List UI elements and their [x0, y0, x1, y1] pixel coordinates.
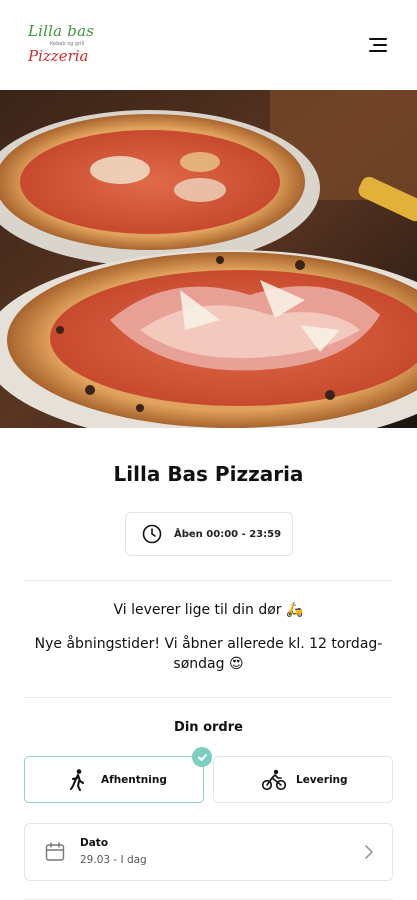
delivery-label: Levering	[296, 773, 348, 786]
hamburger-menu-icon[interactable]	[369, 38, 387, 52]
calendar-icon	[45, 842, 65, 861]
restaurant-name: Lilla Bas Pizzaria	[113, 462, 304, 486]
date-selector[interactable]: Dato 29.03 - I dag	[24, 823, 393, 881]
brand-logo[interactable]: Lilla bas Kebab og grill Pizzeria	[26, 22, 96, 70]
selected-check-icon	[192, 747, 212, 767]
delivery-option-button[interactable]: Levering	[213, 756, 393, 803]
delivery-message: Vi leverer lige til din dør 🛵	[113, 602, 304, 618]
date-value: 29.03 - I dag	[80, 854, 147, 866]
logo-text-bottom: Pizzeria	[28, 47, 89, 65]
pickup-label: Afhentning	[101, 773, 167, 786]
logo-text-top: Lilla bas	[28, 22, 95, 40]
date-label: Dato	[80, 837, 109, 849]
clock-icon	[142, 524, 162, 544]
cyclist-icon	[262, 769, 286, 790]
opening-notice-message: Nye åbningstider! Vi åbner allerede kl. …	[34, 636, 383, 672]
opening-hours-badge: Åben 00:00 - 23:59	[125, 512, 293, 556]
pickup-option-button[interactable]: Afhentning	[24, 756, 204, 803]
hero-pizza-image	[0, 90, 417, 428]
divider	[24, 697, 393, 698]
divider	[24, 580, 393, 581]
opening-hours-text: Åben 00:00 - 23:59	[174, 528, 282, 540]
order-section-title: Din ordre	[174, 720, 243, 735]
walking-person-icon	[70, 768, 84, 791]
chevron-right-icon	[365, 845, 373, 859]
app-header: Lilla bas Kebab og grill Pizzeria	[0, 0, 417, 90]
